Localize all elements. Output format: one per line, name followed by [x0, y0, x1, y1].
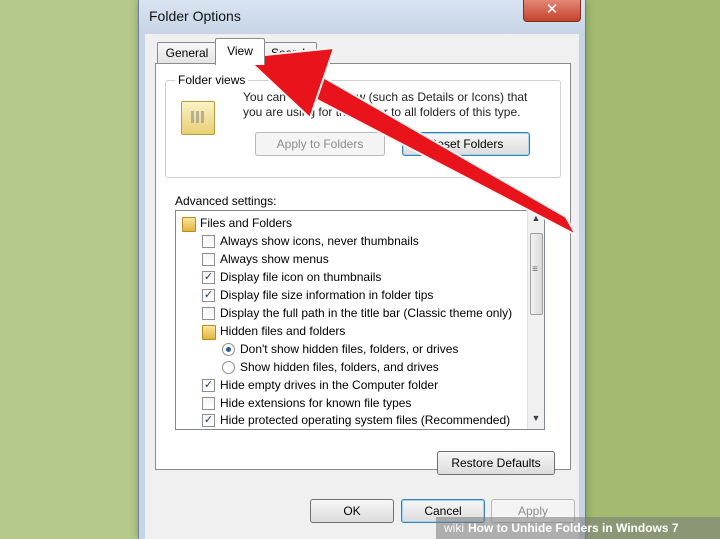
watermark: wiki How to Unhide Folders in Windows 7 [436, 517, 720, 539]
background-left [0, 0, 138, 539]
window-title: Folder Options [149, 8, 241, 24]
restore-defaults-button[interactable]: Restore Defaults [437, 451, 555, 475]
list-item-label: Hide empty drives in the Computer folder [220, 378, 439, 392]
checkbox[interactable]: ✓ [202, 271, 215, 284]
list-item-label: Display the full path in the title bar (… [220, 306, 513, 320]
tab-search[interactable]: Search [263, 42, 317, 64]
list-item-label: Always show icons, never thumbnails [220, 234, 419, 248]
list-item-label: Always show menus [220, 252, 329, 266]
tab-general[interactable]: General [157, 42, 217, 64]
vertical-scrollbar[interactable]: ▲ ▼ [527, 211, 544, 429]
list-item-label: Display file size information in folder … [220, 288, 434, 302]
folder-views-description: You can apply the view (such as Details … [243, 90, 528, 119]
list-item-label: Files and Folders [200, 216, 293, 230]
list-item-label: Hidden files and folders [220, 324, 346, 338]
advanced-settings-list[interactable]: Files and Folders Always show icons, nev… [175, 210, 545, 430]
folder-options-dialog: Folder Options ✕ General View Search Fol… [138, 0, 586, 539]
apply-to-folders-button[interactable]: Apply to Folders [255, 132, 385, 156]
reset-folders-button[interactable]: Reset Folders [402, 132, 530, 156]
watermark-text: How to Unhide Folders in Windows 7 [468, 521, 679, 535]
checkbox[interactable]: ✓ [202, 414, 215, 427]
ok-button[interactable]: OK [310, 499, 394, 523]
scroll-down-arrow-icon[interactable]: ▼ [528, 413, 544, 427]
close-button[interactable]: ✕ [523, 0, 581, 22]
folder-icon [202, 325, 216, 340]
checkbox[interactable]: ✓ [202, 289, 215, 302]
folder-views-icon [181, 101, 215, 135]
list-item-label: Hide protected operating system files (R… [220, 413, 511, 427]
checkbox[interactable] [202, 253, 215, 266]
list-item-label: Hide extensions for known file types [220, 396, 412, 410]
list-item-label: Show hidden files, folders, and drives [240, 360, 439, 374]
radio-button[interactable] [222, 361, 235, 374]
title-bar: Folder Options ✕ [139, 0, 585, 34]
radio-button[interactable] [222, 343, 235, 356]
list-item-label: Display file icon on thumbnails [220, 270, 382, 284]
dialog-client-area: General View Search Folder views You can… [145, 34, 579, 539]
scroll-up-arrow-icon[interactable]: ▲ [528, 213, 544, 227]
advanced-settings-label: Advanced settings: [175, 194, 277, 208]
checkbox[interactable]: ✓ [202, 379, 215, 392]
watermark-brand: wiki [444, 521, 464, 535]
checkbox[interactable] [202, 235, 215, 248]
background-right [580, 0, 720, 539]
checkbox[interactable] [202, 397, 215, 410]
list-item-label: Don't show hidden files, folders, or dri… [240, 342, 459, 356]
scroll-thumb[interactable] [530, 233, 543, 315]
folder-views-label: Folder views [175, 73, 249, 87]
checkbox[interactable] [202, 307, 215, 320]
folder-icon [182, 217, 196, 232]
tab-view[interactable]: View [215, 38, 265, 65]
